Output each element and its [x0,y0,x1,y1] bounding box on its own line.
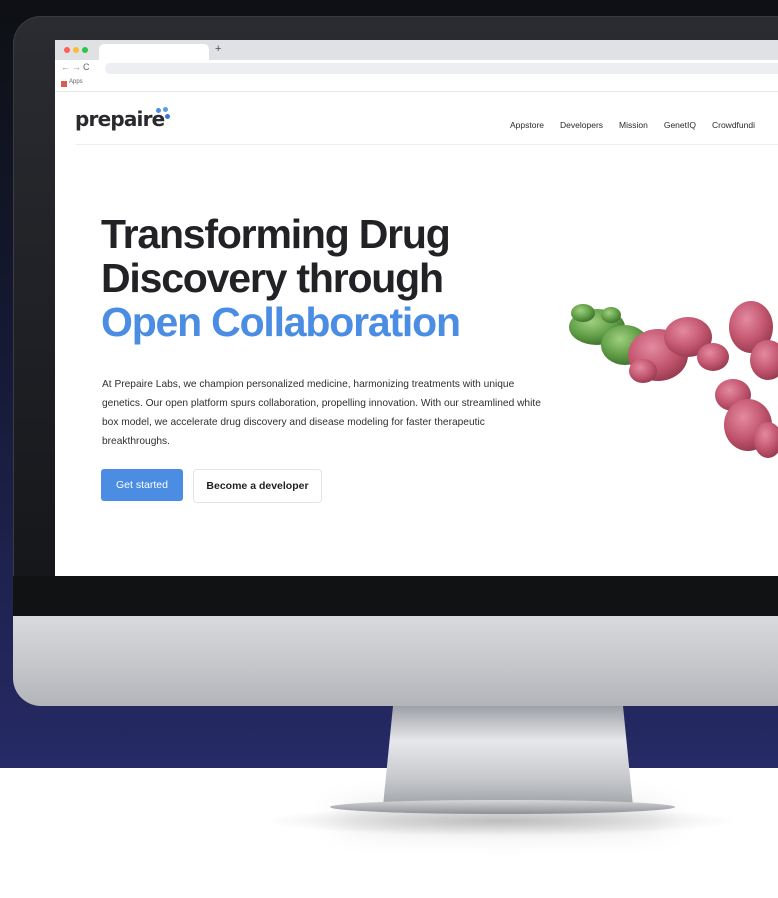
hero-title-line-3: Open Collaboration [101,299,461,345]
hero-title-line-1: Transforming Drug [101,211,451,257]
monitor-base [330,800,675,814]
bookmarks-bar: Apps [55,76,778,92]
address-bar-row: ← → C [55,60,778,76]
nav-crowdfunding[interactable]: Crowdfundi [712,120,755,130]
browser-window: + ← → C Apps prepaire Appstore Developer… [55,40,778,576]
prepaire-logo-mark [156,107,172,122]
nav-appstore[interactable]: Appstore [510,120,544,130]
apps-bookmark[interactable]: Apps [69,79,83,85]
back-arrow-icon[interactable]: ← [61,62,70,72]
active-tab[interactable] [99,44,209,60]
maximize-window-icon[interactable] [82,47,88,53]
nav-mission[interactable]: Mission [619,120,648,130]
site-logo[interactable]: prepaire [75,107,165,131]
hero-title: Transforming Drug Discovery through Open… [101,211,461,345]
molecule-pink-domain [628,301,778,458]
new-tab-button[interactable]: + [215,43,221,55]
minimize-window-icon[interactable] [73,47,79,53]
address-input[interactable] [105,63,778,74]
header-divider [76,144,778,145]
monitor-chin [13,616,778,706]
site-nav: Appstore Developers Mission GenetIQ Crow… [510,120,771,130]
monitor-bezel-bottom [13,576,778,616]
hero-title-line-2: Discovery through [101,255,444,301]
get-started-button[interactable]: Get started [101,469,183,501]
become-developer-button[interactable]: Become a developer [193,469,322,503]
hero-paragraph: At Prepaire Labs, we champion personaliz… [102,379,541,447]
monitor-stand [383,706,633,806]
nav-genetiq[interactable]: GenetIQ [664,120,696,130]
forward-arrow-icon[interactable]: → [72,62,81,72]
close-window-icon[interactable] [64,47,70,53]
tab-bar: + [55,40,778,60]
apps-grid-icon[interactable] [61,81,67,87]
antibody-molecule-image [569,301,778,458]
site-header: prepaire Appstore Developers Mission Gen… [55,92,778,145]
nav-developers[interactable]: Developers [560,120,603,130]
reload-icon[interactable]: C [83,62,90,72]
